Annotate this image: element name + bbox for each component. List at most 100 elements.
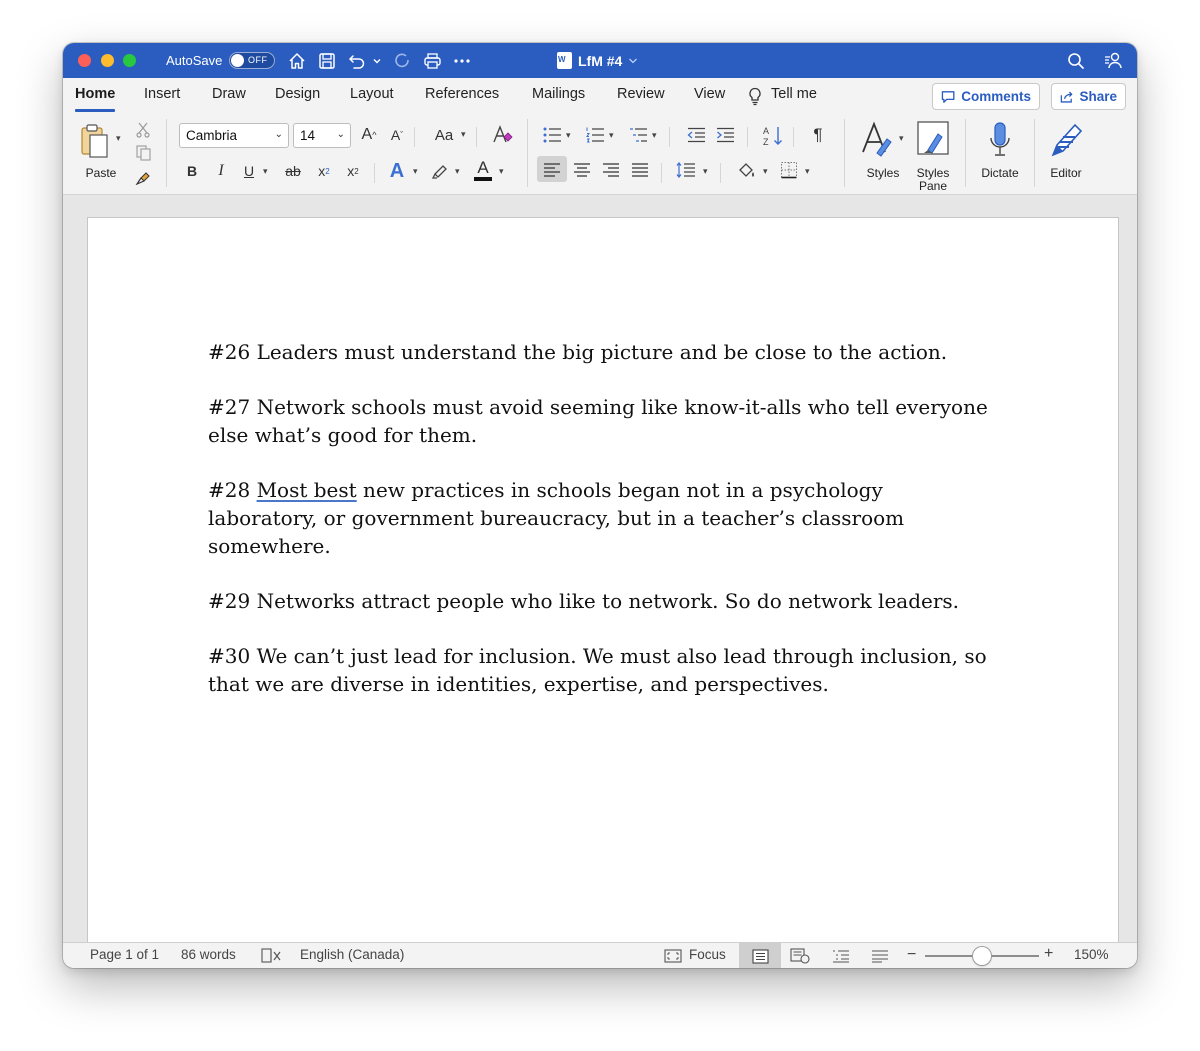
font-name-box[interactable]: Cambria ⌄ <box>179 123 289 148</box>
focus-label[interactable]: Focus <box>689 947 726 962</box>
paste-dropdown-icon[interactable]: ▾ <box>116 133 121 144</box>
shading-dropdown-icon[interactable]: ▾ <box>763 166 768 177</box>
font-color-dropdown-icon[interactable]: ▾ <box>499 166 504 177</box>
zoom-slider-knob[interactable] <box>973 947 991 965</box>
paragraph-26[interactable]: #26 Leaders must understand the big pict… <box>208 338 998 366</box>
copy-icon[interactable] <box>134 144 152 162</box>
lightbulb-icon[interactable] <box>746 86 764 106</box>
comments-button[interactable]: Comments <box>932 83 1040 110</box>
tab-home[interactable]: Home <box>75 86 116 112</box>
bullets-icon[interactable] <box>541 123 563 147</box>
undo-dropdown-icon[interactable] <box>371 50 383 71</box>
microphone-icon[interactable] <box>985 119 1015 161</box>
paragraph-29[interactable]: #29 Networks attract people who like to … <box>208 587 998 615</box>
web-layout-view-icon[interactable] <box>789 947 811 965</box>
paragraph-27[interactable]: #27 Network schools must avoid seeming l… <box>208 393 998 449</box>
document-body[interactable]: #26 Leaders must understand the big pict… <box>208 338 998 725</box>
zoom-out-button[interactable]: − <box>907 946 916 964</box>
grammar-flagged-text[interactable]: Most best <box>257 478 357 502</box>
line-spacing-dropdown-icon[interactable]: ▾ <box>703 166 708 177</box>
tab-review[interactable]: Review <box>617 86 665 102</box>
tab-mailings[interactable]: Mailings <box>532 86 585 102</box>
page-count[interactable]: Page 1 of 1 <box>90 947 159 962</box>
font-size-box[interactable]: 14 ⌄ <box>293 123 351 148</box>
undo-icon[interactable] <box>346 50 368 71</box>
share-button[interactable]: Share <box>1051 83 1126 110</box>
text-effects-dropdown-icon[interactable]: ▾ <box>413 166 418 177</box>
focus-icon[interactable] <box>663 947 683 965</box>
styles-pane-icon[interactable] <box>915 119 951 159</box>
superscript-button[interactable]: x2 <box>342 159 364 183</box>
tab-view[interactable]: View <box>694 86 725 102</box>
subscript-button[interactable]: x2 <box>313 159 335 183</box>
align-right-icon[interactable] <box>600 158 622 182</box>
italic-button[interactable]: I <box>211 159 231 183</box>
redo-icon[interactable] <box>391 50 413 71</box>
underline-button[interactable]: U <box>239 159 259 183</box>
proofing-icon[interactable] <box>260 947 282 965</box>
tab-insert[interactable]: Insert <box>144 86 180 102</box>
clear-formatting-icon[interactable] <box>489 123 515 147</box>
multilevel-list-icon[interactable] <box>627 123 649 147</box>
zoom-level[interactable]: 150% <box>1074 947 1109 962</box>
language-status[interactable]: English (Canada) <box>300 947 404 962</box>
align-center-icon[interactable] <box>571 158 593 182</box>
highlight-dropdown-icon[interactable]: ▾ <box>455 166 460 177</box>
account-icon[interactable] <box>1101 50 1125 71</box>
grow-font-button[interactable]: A ^ <box>357 123 381 147</box>
document-page[interactable]: #26 Leaders must understand the big pict… <box>88 218 1118 958</box>
home-icon[interactable] <box>286 50 308 71</box>
close-window-button[interactable] <box>78 54 91 67</box>
text-effects-button[interactable]: A <box>385 158 409 184</box>
styles-gallery-icon[interactable] <box>859 119 895 159</box>
numbering-icon[interactable] <box>584 123 606 147</box>
numbering-dropdown-icon[interactable]: ▾ <box>609 130 614 141</box>
multilevel-list-dropdown-icon[interactable]: ▾ <box>652 130 657 141</box>
paragraph-30[interactable]: #30 We can’t just lead for inclusion. We… <box>208 642 998 698</box>
paragraph-28[interactable]: #28 Most best new practices in schools b… <box>208 476 998 560</box>
tab-references[interactable]: References <box>425 86 499 102</box>
zoom-window-button[interactable] <box>123 54 136 67</box>
print-icon[interactable] <box>421 50 443 71</box>
strikethrough-button[interactable]: ab <box>281 159 305 183</box>
sort-icon[interactable]: AZ <box>761 123 785 149</box>
styles-dropdown-icon[interactable]: ▾ <box>899 133 904 144</box>
more-icon[interactable] <box>451 50 473 71</box>
underline-dropdown-icon[interactable]: ▾ <box>263 166 268 177</box>
justify-icon[interactable] <box>629 158 651 182</box>
outline-view-icon[interactable] <box>830 947 852 965</box>
shading-icon[interactable] <box>735 158 759 182</box>
save-icon[interactable] <box>316 50 338 71</box>
align-left-icon[interactable] <box>541 158 563 182</box>
bullets-dropdown-icon[interactable]: ▾ <box>566 130 571 141</box>
highlight-icon[interactable] <box>429 159 451 183</box>
word-count[interactable]: 86 words <box>181 947 236 962</box>
shrink-font-button[interactable]: Aˇ <box>385 123 409 147</box>
font-size-dropdown-icon[interactable]: ⌄ <box>337 129 345 140</box>
document-title-area[interactable]: LfM #4 <box>557 50 638 71</box>
font-name-dropdown-icon[interactable]: ⌄ <box>275 129 283 140</box>
borders-icon[interactable] <box>777 158 801 182</box>
tab-draw[interactable]: Draw <box>212 86 246 102</box>
decrease-indent-icon[interactable] <box>685 123 707 147</box>
increase-indent-icon[interactable] <box>714 123 736 147</box>
search-icon[interactable] <box>1065 50 1087 71</box>
change-case-button[interactable]: Aa <box>427 123 461 147</box>
show-formatting-marks-button[interactable]: ¶ <box>808 123 828 147</box>
draft-view-icon[interactable] <box>869 947 891 965</box>
tell-me-search[interactable]: Tell me <box>771 86 817 102</box>
bold-button[interactable]: B <box>182 159 202 183</box>
tab-layout[interactable]: Layout <box>350 86 394 102</box>
font-color-button[interactable]: A <box>471 157 495 183</box>
autosave-toggle[interactable]: OFF <box>229 52 275 69</box>
change-case-dropdown-icon[interactable]: ▾ <box>461 129 466 140</box>
line-spacing-icon[interactable] <box>674 158 698 182</box>
minimize-window-button[interactable] <box>101 54 114 67</box>
print-layout-view-icon[interactable] <box>750 947 770 965</box>
zoom-in-button[interactable]: + <box>1044 945 1053 963</box>
format-painter-icon[interactable] <box>134 167 152 185</box>
paste-icon[interactable] <box>78 121 112 161</box>
document-canvas[interactable]: #26 Leaders must understand the big pict… <box>63 195 1137 958</box>
tab-design[interactable]: Design <box>275 86 320 102</box>
borders-dropdown-icon[interactable]: ▾ <box>805 166 810 177</box>
